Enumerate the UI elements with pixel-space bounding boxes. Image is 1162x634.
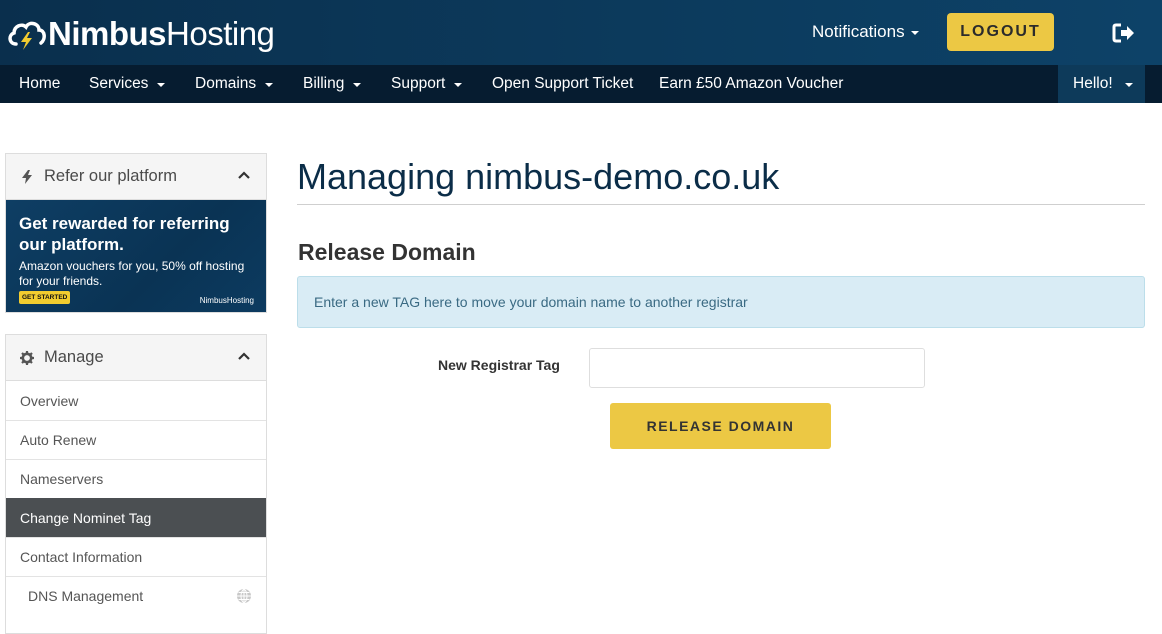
- logo-text: NimbusHosting: [48, 15, 275, 52]
- sidebar-item-nameservers[interactable]: Nameservers: [6, 459, 266, 498]
- title-divider: [297, 204, 1145, 205]
- sidebar-item-auto-renew[interactable]: Auto Renew: [6, 420, 266, 459]
- nav-item-services[interactable]: Services: [89, 65, 166, 103]
- refer-panel-title: Refer our platform: [44, 167, 177, 185]
- nav-item-support[interactable]: Support: [391, 65, 463, 103]
- logout-button[interactable]: LOGOUT: [947, 13, 1054, 51]
- caret-down-icon: [454, 83, 463, 87]
- nav-item-home[interactable]: Home: [19, 65, 60, 103]
- nav-item-billing[interactable]: Billing: [303, 65, 362, 103]
- bolt-icon: [22, 169, 32, 184]
- caret-down-icon: [265, 83, 274, 87]
- get-started-button[interactable]: GET STARTED: [19, 291, 71, 304]
- release-domain-button[interactable]: RELEASE DOMAIN: [610, 403, 831, 449]
- info-alert: Enter a new TAG here to move your domain…: [297, 276, 1145, 328]
- banner-subtext: Amazon vouchers for you, 50% off hosting…: [19, 259, 245, 288]
- caret-down-icon: [353, 83, 362, 87]
- account-dropdown[interactable]: Hello!: [1058, 65, 1145, 103]
- sidebar-item-overview[interactable]: Overview: [6, 381, 266, 420]
- caret-down-icon: [157, 83, 166, 87]
- nav-item-domains[interactable]: Domains: [195, 65, 274, 103]
- gear-icon: [20, 350, 34, 365]
- info-alert-text: Enter a new TAG here to move your domain…: [314, 294, 748, 310]
- chevron-up-icon[interactable]: [238, 171, 250, 179]
- chevron-up-icon[interactable]: [238, 352, 250, 360]
- refer-panel: Refer our platform Get rewarded for refe…: [5, 153, 267, 313]
- site-header: NimbusHosting Notifications LOGOUT: [0, 0, 1162, 65]
- main-nav: Home Services Domains Billing Support Op…: [0, 65, 1162, 103]
- banner-logo: NimbusHosting: [199, 296, 254, 305]
- nav-item-earn-voucher[interactable]: Earn £50 Amazon Voucher: [659, 65, 843, 103]
- sign-out-icon[interactable]: [1112, 22, 1136, 44]
- sidebar-item-contact-information[interactable]: Contact Information: [6, 537, 266, 576]
- nav-item-open-support-ticket[interactable]: Open Support Ticket: [492, 65, 633, 103]
- refer-panel-header[interactable]: Refer our platform: [6, 154, 266, 200]
- site-logo[interactable]: NimbusHosting: [6, 14, 275, 54]
- notifications-dropdown[interactable]: Notifications: [812, 22, 919, 42]
- notifications-label: Notifications: [812, 22, 905, 41]
- referral-banner[interactable]: Get rewarded for referring our platform.…: [6, 200, 266, 312]
- caret-down-icon: [910, 31, 919, 35]
- section-title: Release Domain: [298, 239, 476, 265]
- globe-icon: [237, 588, 251, 604]
- page-title: Managing nimbus-demo.co.uk: [297, 156, 780, 197]
- sidebar-item-change-nominet-tag[interactable]: Change Nominet Tag: [6, 498, 266, 537]
- banner-headline: Get rewarded for referring our platform.: [19, 214, 230, 254]
- registrar-tag-input[interactable]: [589, 348, 925, 388]
- caret-down-icon: [1124, 83, 1133, 87]
- cloud-lightning-icon: [8, 21, 46, 50]
- sidebar-item-dns-management[interactable]: DNS Management: [6, 576, 266, 615]
- manage-panel: Manage Overview Auto Renew Nameservers C…: [5, 334, 267, 634]
- manage-panel-header[interactable]: Manage: [6, 335, 266, 381]
- manage-panel-title: Manage: [44, 348, 104, 366]
- registrar-tag-label: New Registrar Tag: [438, 357, 560, 373]
